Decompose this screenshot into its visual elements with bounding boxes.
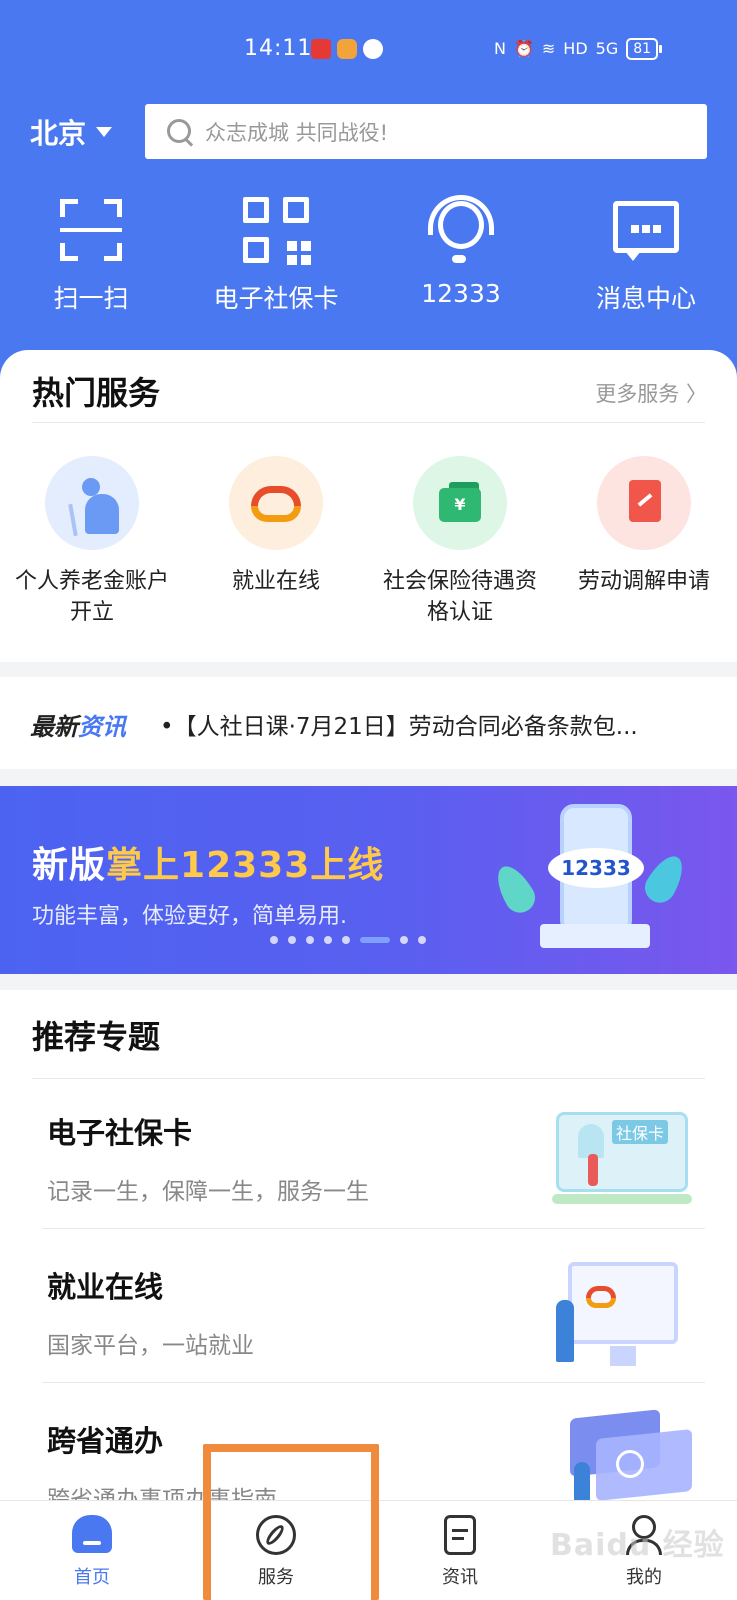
carousel-dot — [400, 936, 408, 944]
search-placeholder: 众志成城 共同战役! — [205, 120, 389, 145]
service-labor-mediation[interactable]: 劳动调解申请 — [552, 456, 736, 597]
recommended-topics-section: 推荐专题 电子社保卡 记录一生，保障一生，服务一生 社保卡 就业在线 国家平台，… — [0, 990, 737, 1518]
employment-icon — [229, 456, 323, 550]
carousel-dot — [324, 936, 332, 944]
divider — [42, 1382, 705, 1383]
carousel-dot-active — [360, 937, 390, 943]
banner-subtitle: 功能丰富，体验更好，简单易用. — [32, 904, 347, 929]
app-notification-icon — [337, 39, 357, 59]
status-time: 14:11 — [244, 36, 313, 61]
service-label: 社会保险待遇资格认证 — [382, 569, 537, 625]
service-employment-online[interactable]: 就业在线 — [184, 456, 368, 597]
more-services-link[interactable]: 更多服务 〉 — [595, 378, 707, 408]
alarm-icon: ⏰ — [513, 39, 534, 58]
topic-social-security-card[interactable]: 电子社保卡 记录一生，保障一生，服务一生 社保卡 — [42, 1080, 702, 1236]
topic-description: 记录一生，保障一生，服务一生 — [47, 1179, 369, 1205]
compass-icon — [254, 1513, 298, 1557]
nav-label: 我的 — [626, 1567, 662, 1588]
message-icon — [611, 195, 681, 265]
quick-action-hotline[interactable]: 12333 — [376, 195, 546, 308]
service-label: 个人养老金账户开立 — [14, 569, 169, 625]
banner-logo: 12333 — [548, 848, 644, 888]
section-title: 热门服务 — [32, 374, 161, 412]
promo-banner[interactable]: 新版掌上12333上线 功能丰富，体验更好，简单易用. 12333 — [0, 786, 737, 974]
headset-icon — [426, 195, 496, 265]
carousel-dot — [288, 936, 296, 944]
scan-icon — [56, 195, 126, 265]
carousel-indicator — [270, 936, 426, 944]
news-ticker[interactable]: 最新资讯 •【人社日课·7月21日】劳动合同必备条款包... — [0, 677, 737, 769]
illustration-label: 社保卡 — [612, 1120, 669, 1144]
app-notification-icon — [311, 39, 331, 59]
document-edit-icon — [597, 456, 691, 550]
notification-icons — [311, 39, 383, 59]
topic-description: 国家平台，一站就业 — [47, 1333, 254, 1359]
quick-action-label: 12333 — [421, 279, 501, 308]
status-bar: 14:11 N ⏰ ≋ HD 5G 81 — [0, 30, 737, 70]
caret-down-icon — [96, 127, 113, 137]
carousel-dot — [270, 936, 278, 944]
insurance-card-icon: ¥ — [413, 456, 507, 550]
service-insurance-qualification[interactable]: ¥ 社会保险待遇资格认证 — [368, 456, 552, 628]
search-icon — [165, 117, 195, 147]
app-header: 14:11 N ⏰ ≋ HD 5G 81 北京 众志成城 共同战役! 扫一扫 电… — [0, 0, 737, 380]
divider — [32, 1078, 705, 1079]
carousel-dot — [418, 936, 426, 944]
service-pension-account[interactable]: 个人养老金账户开立 — [0, 456, 184, 628]
nav-services[interactable]: 服务 — [184, 1501, 368, 1600]
employment-illustration — [552, 1252, 702, 1372]
nav-label: 首页 — [74, 1567, 110, 1588]
nav-home[interactable]: 首页 — [0, 1501, 184, 1600]
quick-action-message-center[interactable]: 消息中心 — [561, 195, 731, 315]
news-headline[interactable]: •【人社日课·7月21日】劳动合同必备条款包... — [160, 707, 638, 741]
topic-title: 跨省通办 — [47, 1424, 164, 1458]
battery-icon: 81 — [626, 38, 662, 60]
nav-news[interactable]: 资讯 — [368, 1501, 552, 1600]
news-tag: 最新资讯 — [30, 713, 126, 741]
divider — [42, 1228, 705, 1229]
nav-label: 资讯 — [442, 1567, 478, 1588]
banner-illustration: 12333 — [489, 804, 691, 964]
nfc-icon: N — [494, 39, 506, 58]
city-label: 北京 — [30, 117, 87, 150]
cellular-signal-icon: 5G — [595, 39, 619, 58]
city-selector[interactable]: 北京 — [30, 112, 113, 152]
topic-title: 就业在线 — [47, 1270, 164, 1304]
divider — [32, 422, 705, 423]
section-title: 推荐专题 — [32, 1018, 161, 1056]
home-icon — [70, 1513, 114, 1557]
banner-title: 新版掌上12333上线 — [32, 845, 385, 886]
watermark: Baidu 经验 — [550, 1528, 725, 1563]
qr-code-icon — [241, 195, 311, 265]
system-icons: N ⏰ ≋ HD 5G 81 — [494, 38, 662, 60]
hot-services-section: 热门服务 更多服务 〉 个人养老金账户开立 就业在线 ¥ 社会保险待遇资格认证 … — [0, 350, 737, 662]
chat-notification-icon — [363, 39, 383, 59]
quick-action-scan[interactable]: 扫一扫 — [6, 195, 176, 315]
news-doc-icon — [438, 1513, 482, 1557]
hd-icon: HD — [563, 39, 588, 58]
quick-action-label: 电子社保卡 — [213, 284, 339, 313]
carousel-dot — [306, 936, 314, 944]
topic-employment-online[interactable]: 就业在线 国家平台，一站就业 — [42, 1234, 702, 1390]
pension-icon — [45, 456, 139, 550]
search-bar[interactable]: 众志成城 共同战役! — [145, 104, 707, 159]
wifi-icon: ≋ — [541, 39, 556, 58]
service-label: 就业在线 — [231, 569, 320, 594]
carousel-dot — [342, 936, 350, 944]
topic-title: 电子社保卡 — [47, 1116, 193, 1150]
nav-label: 服务 — [258, 1567, 294, 1588]
quick-action-social-security-card[interactable]: 电子社保卡 — [191, 195, 361, 315]
service-label: 劳动调解申请 — [577, 569, 710, 594]
social-security-card-illustration: 社保卡 — [552, 1098, 702, 1218]
quick-action-label: 消息中心 — [595, 284, 696, 313]
quick-action-label: 扫一扫 — [53, 284, 129, 313]
